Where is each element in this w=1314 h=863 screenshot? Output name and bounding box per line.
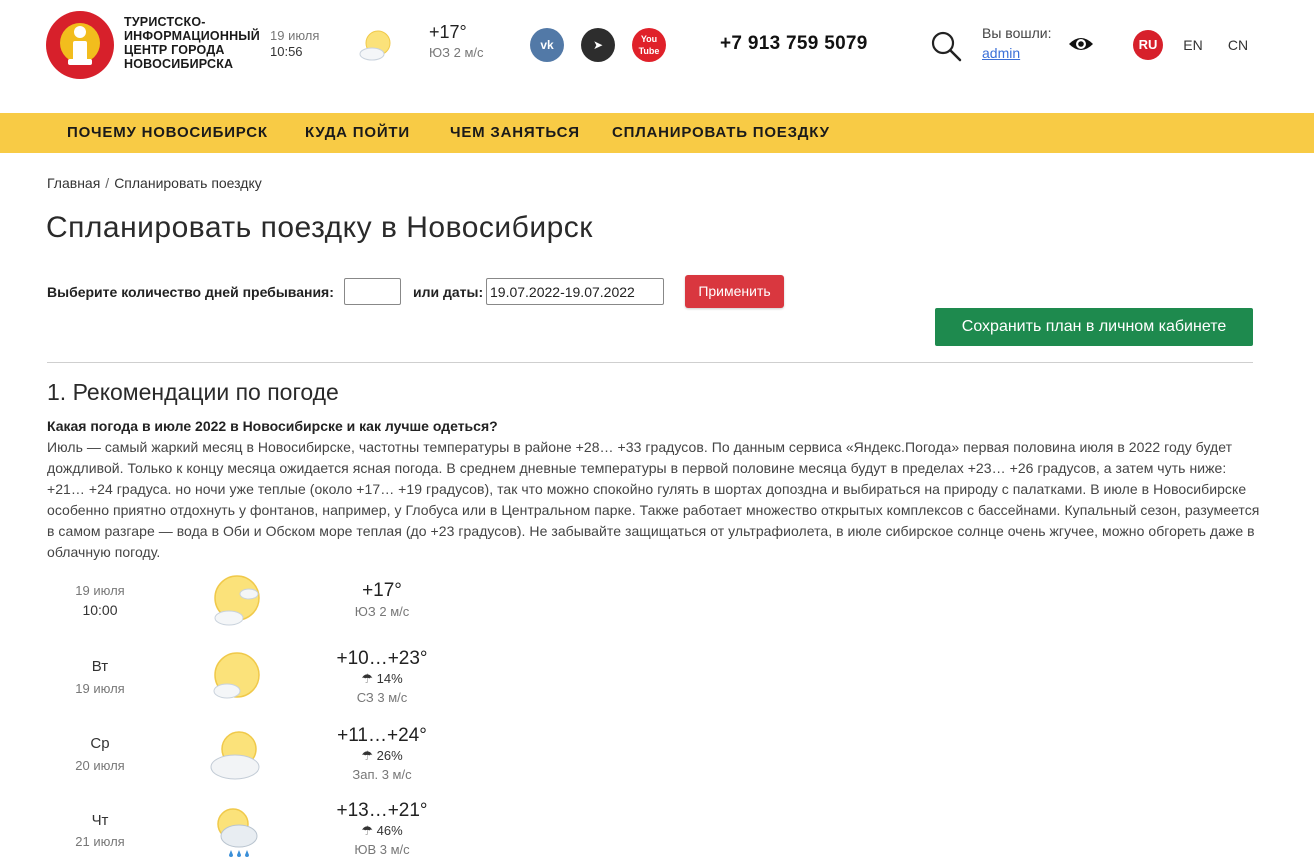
dates-input[interactable]: [486, 278, 664, 305]
days-label: Выберите количество дней пребывания:: [47, 284, 334, 300]
days-input[interactable]: [344, 278, 401, 305]
logo-icon[interactable]: [46, 11, 114, 79]
forecast-wind: Зап. 3 м/с: [352, 767, 412, 782]
forecast-day: Чт: [91, 812, 109, 829]
forecast-sub: 20 июля: [75, 758, 125, 773]
nav-item-plan-trip[interactable]: СПЛАНИРОВАТЬ ПОЕЗДКУ: [612, 124, 830, 141]
header-time: 10:56: [270, 44, 303, 59]
weather-question: Какая погода в июле 2022 в Новосибирске …: [47, 418, 498, 434]
breadcrumb-current: Спланировать поездку: [114, 175, 262, 191]
header-temperature: +17°: [429, 22, 467, 42]
nav-item-where-to-go[interactable]: КУДА ПОЙТИ: [305, 124, 410, 141]
divider: [47, 362, 1253, 363]
nav-item-why-novosibirsk[interactable]: ПОЧЕМУ НОВОСИБИРСК: [67, 124, 268, 141]
forecast-temperature: +17°: [362, 580, 402, 601]
forecast-day: Ср: [90, 735, 110, 752]
site-header: ТУРИСТСКО-ИНФОРМАЦИОННЫЙ ЦЕНТР ГОРОДА НО…: [0, 0, 1314, 113]
forecast-day: 19 июля: [75, 583, 125, 598]
search-icon[interactable]: [930, 30, 962, 62]
phone-number[interactable]: +7 913 759 5079: [720, 33, 868, 55]
vk-icon[interactable]: vk: [530, 28, 564, 62]
forecast-temperature: +13…+21°: [336, 800, 428, 821]
login-user-link[interactable]: admin: [982, 45, 1020, 61]
breadcrumb-home[interactable]: Главная: [47, 175, 100, 191]
weather-paragraph: Июль — самый жаркий месяц в Новосибирске…: [47, 439, 1260, 560]
forecast-day: Вт: [91, 658, 109, 675]
forecast-wind: ЮЗ 2 м/с: [354, 604, 410, 619]
header-date: 19 июля: [270, 28, 320, 43]
lang-en[interactable]: EN: [1178, 30, 1208, 60]
forecast-wind: СЗ 3 м/с: [356, 690, 408, 705]
forecast-row: Чт 21 июля +13…+21° ☂ 46% ЮВ 3 м/с: [47, 800, 467, 863]
youtube-icon[interactable]: You Tube: [632, 28, 666, 62]
dates-label: или даты:: [413, 284, 484, 300]
login-label: Вы вошли:: [982, 25, 1052, 41]
forecast-row: Ср 20 июля +11…+24° ☂ 26% Зап. 3 м/с: [47, 725, 467, 795]
forecast-precipitation: ☂ 46%: [361, 823, 403, 838]
nav-item-what-to-do[interactable]: ЧЕМ ЗАНЯТЬСЯ: [450, 124, 580, 141]
forecast-wind: ЮВ 3 м/с: [354, 842, 410, 857]
sun-cloud-icon: [213, 652, 260, 699]
sun-cloud-icon: [214, 575, 260, 626]
lang-ru[interactable]: RU: [1133, 30, 1163, 60]
forecast-sub: 19 июля: [75, 681, 125, 696]
page-title: Спланировать поездку в Новосибирск: [46, 211, 593, 244]
org-name[interactable]: ТУРИСТСКО-ИНФОРМАЦИОННЫЙ ЦЕНТР ГОРОДА НО…: [124, 15, 264, 71]
breadcrumb-separator: /: [105, 175, 110, 191]
forecast-temperature: +10…+23°: [336, 648, 428, 669]
breadcrumb: Главная / Спланировать поездку: [47, 175, 262, 191]
forecast-row: Вт 19 июля +10…+23° ☂ 14% СЗ 3 м/с: [47, 648, 467, 718]
forecast-temperature: +11…+24°: [337, 725, 427, 746]
section-title-weather: 1. Рекомендации по погоде: [47, 379, 339, 405]
eye-icon[interactable]: [1068, 34, 1094, 54]
main-nav: ПОЧЕМУ НОВОСИБИРСК КУДА ПОЙТИ ЧЕМ ЗАНЯТЬ…: [0, 113, 1314, 153]
lang-cn[interactable]: CN: [1223, 30, 1253, 60]
rain-cloud-icon: [217, 808, 258, 857]
save-plan-button[interactable]: Сохранить план в личном кабинете: [935, 308, 1253, 346]
apply-button[interactable]: Применить: [685, 275, 784, 308]
header-wind: ЮЗ 2 м/с: [429, 45, 484, 60]
forecast-row: 19 июля 10:00 +17° ЮЗ 2 м/с: [47, 575, 467, 650]
forecast-precipitation: ☂ 26%: [361, 748, 403, 763]
forecast-sub: 21 июля: [75, 834, 125, 849]
sun-cloud-icon: [359, 30, 391, 61]
forecast-precipitation: ☂ 14%: [361, 671, 403, 686]
telegram-icon[interactable]: ➤: [581, 28, 615, 62]
forecast-sub: 10:00: [82, 602, 118, 618]
cloud-sun-icon: [210, 731, 260, 780]
